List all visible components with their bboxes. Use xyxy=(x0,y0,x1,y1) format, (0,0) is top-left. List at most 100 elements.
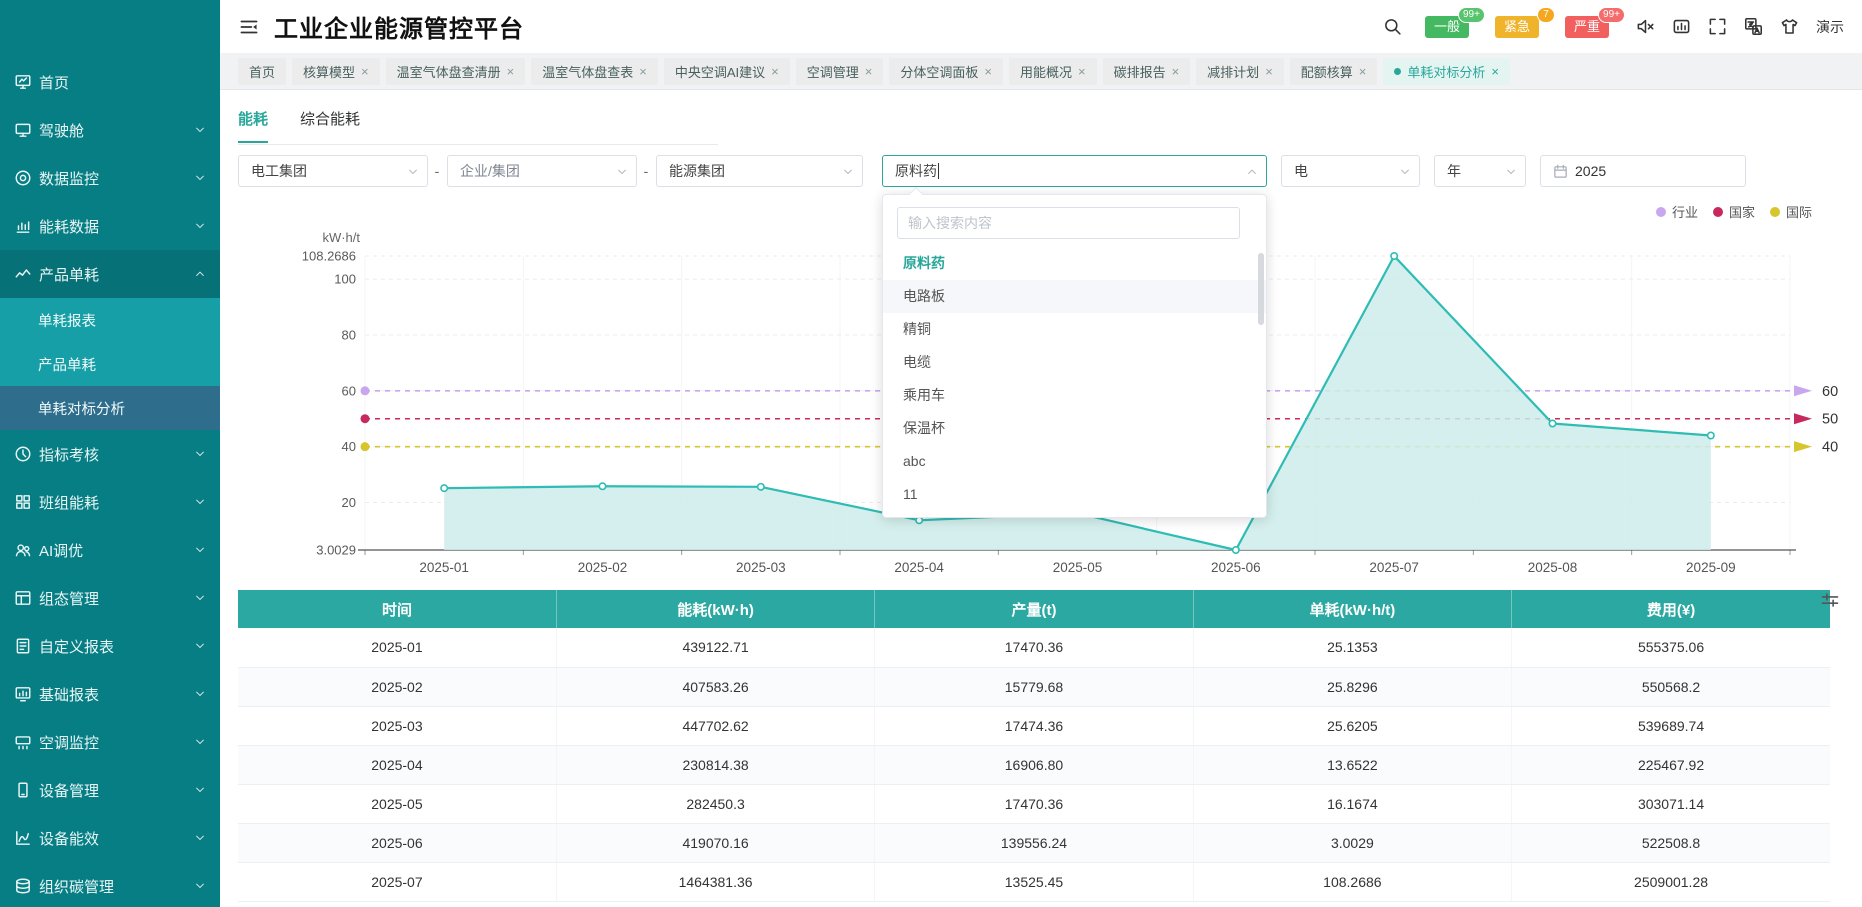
legend-item[interactable]: 行业 xyxy=(1656,202,1698,221)
tab-item[interactable]: 核算模型× xyxy=(292,58,380,85)
svg-text:2025-04: 2025-04 xyxy=(894,560,944,575)
sidebar-item[interactable]: 驾驶舱 xyxy=(0,106,220,154)
sidebar-item[interactable]: 空调监控 xyxy=(0,718,220,766)
table-cell: 2025-04 xyxy=(238,745,556,784)
sidebar-item[interactable]: 产品单耗 xyxy=(0,250,220,298)
dropdown-option[interactable]: 11 xyxy=(883,478,1266,511)
close-icon[interactable]: × xyxy=(865,65,873,78)
user-menu[interactable]: 演示 xyxy=(1816,17,1844,37)
chevron-down-icon xyxy=(1399,166,1411,178)
dropdown-scrollbar-thumb[interactable] xyxy=(1258,253,1264,325)
table-cell: 1464381.36 xyxy=(556,862,874,901)
tab-item[interactable]: 首页 xyxy=(238,58,286,85)
period-select[interactable]: 年 xyxy=(1434,155,1526,187)
translate-icon[interactable] xyxy=(1744,17,1763,36)
dropdown-option[interactable]: 精铜 xyxy=(883,313,1266,346)
sidebar-item[interactable]: 自定义报表 xyxy=(0,622,220,670)
table-cell: 230814.38 xyxy=(556,745,874,784)
sidebar-item[interactable]: 组织碳管理 xyxy=(0,862,220,907)
table-cell: 108.2686 xyxy=(1193,862,1511,901)
year-date-picker[interactable]: 2025 xyxy=(1540,155,1746,187)
sidebar-subitem[interactable]: 单耗对标分析 xyxy=(0,386,220,430)
alarm-badge[interactable]: 严重99+ xyxy=(1565,16,1609,38)
close-icon[interactable]: × xyxy=(771,65,779,78)
tab-active[interactable]: 单耗对标分析× xyxy=(1383,58,1510,85)
theme-icon[interactable] xyxy=(1780,17,1799,36)
sidebar-item[interactable]: 指标考核 xyxy=(0,430,220,478)
svg-text:50: 50 xyxy=(1822,412,1838,428)
legend-item[interactable]: 国家 xyxy=(1713,202,1755,221)
svg-text:kW·h/t: kW·h/t xyxy=(322,230,360,245)
sidebar-item[interactable]: 组态管理 xyxy=(0,574,220,622)
subtab[interactable]: 综合能耗 xyxy=(300,108,360,143)
sidebar-item[interactable]: 设备管理 xyxy=(0,766,220,814)
tab-item[interactable]: 碳排报告× xyxy=(1103,58,1191,85)
legend-item[interactable]: 国际 xyxy=(1770,202,1812,221)
close-icon[interactable]: × xyxy=(1265,65,1273,78)
dropdown-option[interactable]: 电路板 xyxy=(883,280,1266,313)
sidebar-item[interactable]: 数据监控 xyxy=(0,154,220,202)
tab-item[interactable]: 减排计划× xyxy=(1196,58,1284,85)
sidebar-subitem[interactable]: 单耗报表 xyxy=(0,298,220,342)
product-select-input[interactable]: 原料药 xyxy=(882,155,1267,187)
table-row: 2025-071464381.3613525.45108.26862509001… xyxy=(238,862,1830,901)
active-tab-dot xyxy=(1394,68,1401,75)
subtab[interactable]: 能耗 xyxy=(238,108,268,143)
alarm-badge[interactable]: 紧急7 xyxy=(1495,16,1539,38)
close-icon[interactable]: × xyxy=(984,65,992,78)
tab-item[interactable]: 温室气体盘查清册× xyxy=(386,58,526,85)
close-icon[interactable]: × xyxy=(1491,65,1499,78)
sidebar-item[interactable]: 能耗数据 xyxy=(0,202,220,250)
enterprise-select[interactable]: 企业/集团 xyxy=(447,155,637,187)
dropdown-search-input[interactable] xyxy=(897,207,1240,239)
sidebar-item[interactable]: AI调优 xyxy=(0,526,220,574)
sidebar-item[interactable]: 班组能耗 xyxy=(0,478,220,526)
tab-item[interactable]: 温室气体盘查表× xyxy=(531,58,658,85)
alarm-badge[interactable]: 一般99+ xyxy=(1425,16,1469,38)
sidebar-item[interactable]: 设备能效 xyxy=(0,814,220,862)
dropdown-option[interactable]: abc xyxy=(883,445,1266,478)
dropdown-option[interactable]: 保温杯 xyxy=(883,412,1266,445)
tab-item[interactable]: 中央空调AI建议× xyxy=(664,58,790,85)
dropdown-option[interactable]: 乘用车 xyxy=(883,379,1266,412)
record-icon[interactable] xyxy=(1672,17,1691,36)
search-icon[interactable] xyxy=(1383,17,1402,36)
org-select[interactable]: 能源集团 xyxy=(656,155,863,187)
close-icon[interactable]: × xyxy=(507,65,515,78)
sidebar-item[interactable]: 基础报表 xyxy=(0,670,220,718)
tab-item[interactable]: 用能概况× xyxy=(1009,58,1097,85)
svg-text:2025-01: 2025-01 xyxy=(419,560,469,575)
tab-item[interactable]: 配额核算× xyxy=(1290,58,1378,85)
table-cell: 550568.2 xyxy=(1512,667,1830,706)
dropdown-option[interactable]: 电缆 xyxy=(883,346,1266,379)
close-icon[interactable]: × xyxy=(1078,65,1086,78)
close-icon[interactable]: × xyxy=(361,65,369,78)
table-cell: 2025-03 xyxy=(238,706,556,745)
tab-item[interactable]: 分体空调面板× xyxy=(889,58,1003,85)
sidebar-item[interactable]: 首页 xyxy=(0,58,220,106)
energy-type-select[interactable]: 电 xyxy=(1281,155,1420,187)
table-cell: 539689.74 xyxy=(1512,706,1830,745)
collapse-sidebar-icon[interactable] xyxy=(238,16,260,38)
close-icon[interactable]: × xyxy=(1359,65,1367,78)
table-cell: 407583.26 xyxy=(556,667,874,706)
table-cell: 3.0029 xyxy=(1193,823,1511,862)
carbon-icon xyxy=(14,877,32,895)
table-cell: 16906.80 xyxy=(875,745,1193,784)
tab-item[interactable]: 空调管理× xyxy=(796,58,884,85)
close-icon[interactable]: × xyxy=(639,65,647,78)
chevron-down-icon xyxy=(842,166,854,178)
chart-legend: 行业国家国际 xyxy=(1656,202,1812,221)
subtab-divider xyxy=(238,144,718,145)
consumption-table: 时间能耗(kW·h)产量(t)单耗(kW·h/t)费用(¥) 2025-0143… xyxy=(238,590,1830,902)
fullscreen-icon[interactable] xyxy=(1708,17,1727,36)
volume-mute-icon[interactable] xyxy=(1636,17,1655,36)
group-select[interactable]: 电工集团 xyxy=(238,155,428,187)
sidebar-subitem[interactable]: 产品单耗 xyxy=(0,342,220,386)
table-cell: 419070.16 xyxy=(556,823,874,862)
table-settings-icon[interactable] xyxy=(1820,590,1840,610)
close-icon[interactable]: × xyxy=(1172,65,1180,78)
custom-report-icon xyxy=(14,637,32,655)
dropdown-option[interactable]: 原料药 xyxy=(883,247,1266,280)
svg-text:40: 40 xyxy=(1822,440,1838,456)
